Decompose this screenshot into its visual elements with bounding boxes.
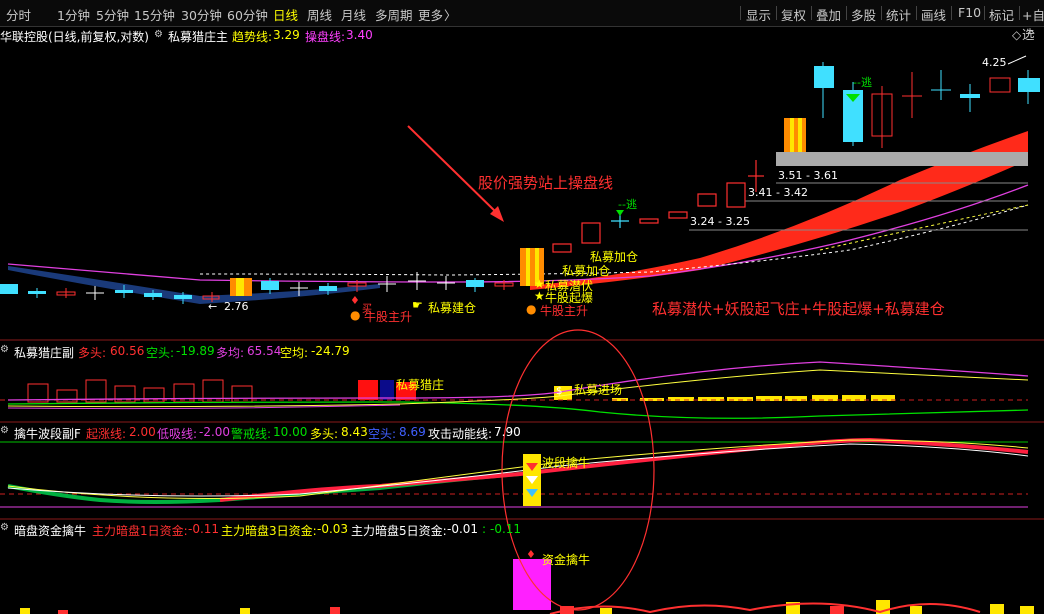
panel2-label: 多头: [78, 346, 107, 360]
gem-icon: ♦ [526, 548, 536, 561]
panel3-value: 2.00 [129, 425, 156, 439]
signal-main-rise: 牛股主升 [540, 304, 589, 318]
coin-icon: ● [350, 308, 361, 322]
panel3-value: 10.00 [273, 425, 308, 439]
panel2-value: 65.54 [247, 344, 282, 358]
panel3-label: 多头: [310, 427, 339, 441]
panel2-label: 空均: [280, 346, 309, 360]
panel2-value: -19.89 [176, 344, 215, 358]
panel2-value: 60.56 [110, 344, 145, 358]
panel3-label: 警戒线: [231, 427, 272, 441]
panel3-label: 空头: [368, 427, 397, 441]
trend-value: 3.29 [273, 28, 300, 42]
panel4-value: -0.11 [490, 522, 522, 536]
coin-icon: ● [526, 302, 537, 316]
diamond-icon[interactable]: ◇ [1012, 28, 1021, 42]
level-label: 3.24 - 3.25 [690, 215, 750, 228]
price-arrow [1007, 55, 1027, 65]
stock-title: 华联控股(日线,前复权,对数) [0, 30, 149, 44]
escape-label: --逃 [618, 198, 637, 211]
price-high: 4.25 [982, 56, 1007, 69]
operate-value: 3.40 [346, 28, 373, 42]
annotation-bottom: 私募潜伏+妖股起飞庄+牛股起爆+私募建仓 [652, 300, 945, 318]
level-label: 3.51 - 3.61 [778, 169, 838, 182]
money-bag-icon: $ [556, 386, 563, 397]
panel4-value: -0.01 [447, 522, 479, 536]
panel2-green [7, 401, 1029, 419]
star-icon: ★ [534, 289, 545, 303]
expand-icon[interactable]: ^ [1026, 28, 1036, 42]
panel2-magenta [7, 361, 1029, 401]
panel2-name: 私募猎庄副 [14, 346, 75, 360]
gear-icon[interactable]: ⚙ [0, 522, 9, 533]
panel3-value: 8.43 [341, 425, 368, 439]
panel2-bar-signal [358, 380, 378, 400]
escape-label: --逃 [853, 76, 872, 89]
panel4-label: : [482, 522, 487, 536]
level-label: 3.41 - 3.42 [748, 186, 808, 199]
panel4-value: -0.03 [317, 522, 349, 536]
panel3-label: 攻击动能线: [428, 427, 493, 441]
panel3-label: 低吸线: [157, 427, 198, 441]
gear-icon[interactable]: ⚙ [154, 29, 163, 40]
candles-top [814, 62, 1040, 148]
gem-icon: ♦ [350, 294, 360, 307]
signal-main-rise: 牛股主升 [364, 310, 413, 324]
panel3-label: 起涨线: [86, 427, 127, 441]
panel3-value: 8.69 [399, 425, 426, 439]
signal-wave: 波段擒牛 [542, 456, 591, 470]
panel2-label: 空头: [146, 346, 175, 360]
panel4-label: 主力暗盘3日资金: [221, 524, 317, 538]
panel3-yellow [7, 439, 1029, 499]
annotation-main: 股价强势站上操盘线 [478, 174, 614, 192]
indicator-name: 私募猎庄主 [168, 30, 229, 44]
gap-candle [784, 118, 806, 152]
operate-label: 操盘线: [305, 30, 346, 44]
annotation-arrow [407, 125, 501, 217]
panel3-name: 擒牛波段副F [14, 427, 81, 441]
price-low: 2.76 [224, 300, 249, 313]
panel2-label: 多均: [216, 346, 245, 360]
trend-label: 趋势线: [232, 30, 273, 44]
gear-icon[interactable]: ⚙ [0, 425, 9, 436]
panel2-value: -24.79 [311, 344, 350, 358]
gear-icon[interactable]: ⚙ [0, 344, 9, 355]
signal-capital: 资金擒牛 [542, 553, 591, 567]
signal-enter: 私募进场 [574, 383, 623, 397]
price-low-arrow: ← [208, 300, 218, 313]
hand-icon: ☛ [412, 298, 423, 312]
signal-build: 私募建仓 [428, 301, 477, 315]
panel4-label: 主力暗盘5日资金: [351, 524, 447, 538]
resistance-band [776, 152, 1028, 166]
panel4-value: -0.11 [188, 522, 220, 536]
panel4-label: 主力暗盘1日资金: [92, 524, 188, 538]
panel3-value: -2.00 [199, 425, 231, 439]
panel3-value: 7.90 [494, 425, 521, 439]
panel3-white [7, 443, 1029, 497]
signal-hunt: 私募猎庄 [396, 378, 445, 392]
trend-band-blue [8, 266, 380, 304]
panel4-name: 暗盘资金擒牛 [14, 524, 87, 538]
